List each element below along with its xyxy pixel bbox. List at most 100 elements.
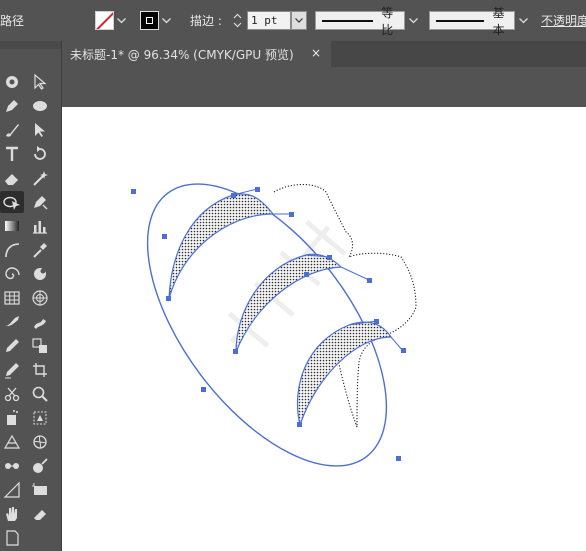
- type-tool-icon: [6, 146, 18, 161]
- variable-width-select[interactable]: 等比: [315, 6, 405, 37]
- brush-select[interactable]: 基本: [429, 6, 515, 37]
- grid-tool-icon: [4, 291, 20, 305]
- crescent-shape-2[interactable]: [235, 253, 343, 353]
- fill-control[interactable]: [95, 0, 128, 41]
- magic-wand-tool-icon: [6, 76, 18, 88]
- zoom-tool-button[interactable]: [28, 383, 52, 405]
- shape-builder-tool-button[interactable]: [0, 191, 24, 213]
- stroke-control[interactable]: [140, 0, 173, 41]
- width-tool-button[interactable]: [0, 455, 24, 477]
- brush-dropdown[interactable]: [515, 11, 531, 30]
- dotted-shadow-path[interactable]: [273, 183, 417, 428]
- crescent-shape-3[interactable]: [296, 321, 393, 428]
- shape-builder-tool-icon: [3, 196, 20, 210]
- selection-tool-icon: [35, 123, 45, 137]
- up-down-arrows-icon: [233, 13, 241, 28]
- warp-tool-button[interactable]: [28, 455, 52, 477]
- polar-grid-tool-icon: [32, 290, 48, 306]
- rectangular-grid-tool-button[interactable]: [0, 287, 24, 309]
- zoom-tool-icon: [32, 386, 48, 402]
- type-tool-button[interactable]: [0, 143, 24, 165]
- polar-grid-tool-button[interactable]: [28, 287, 52, 309]
- variable-width-profile[interactable]: 等比: [315, 0, 421, 41]
- print-tiling-tool-icon: [6, 530, 19, 546]
- stroke-weight-dropdown[interactable]: [291, 11, 307, 30]
- paintbrush-tool-button[interactable]: [0, 119, 24, 141]
- width-tool-icon: [5, 463, 19, 469]
- puppet-warp-tool-button[interactable]: [28, 311, 52, 333]
- variable-width-label: 等比: [381, 5, 394, 37]
- arc-tool-button[interactable]: [0, 239, 24, 261]
- print-tiling-tool-button[interactable]: [0, 527, 24, 549]
- column-graph-tool-button[interactable]: [28, 215, 52, 237]
- tools-panel-grip[interactable]: [0, 41, 61, 49]
- pen-tool-icon: [6, 100, 18, 112]
- stroke-label-item[interactable]: 描边 :: [190, 0, 222, 41]
- artboard[interactable]: [61, 107, 586, 551]
- artboard-tool-button[interactable]: [28, 479, 52, 501]
- smooth-tool-button[interactable]: [0, 359, 24, 381]
- symbol-sprayer-tool-button[interactable]: [0, 407, 24, 429]
- eraser-alt-tool-button[interactable]: [28, 503, 52, 525]
- document-tab-title: 未标题-1* @ 96.34% (CMYK/GPU 预览): [70, 47, 294, 62]
- eraser-tool-button[interactable]: [0, 167, 24, 189]
- gradient-tool-button[interactable]: [0, 215, 24, 237]
- spiral-tool-button[interactable]: [0, 263, 24, 285]
- stroke-label[interactable]: 描边 :: [190, 12, 222, 29]
- chevron-down-icon: [518, 17, 528, 23]
- stroke-weight-stepper[interactable]: [230, 11, 244, 30]
- document-tab[interactable]: 未标题-1* @ 96.34% (CMYK/GPU 预览) ×: [61, 41, 331, 67]
- blend-tool-icon: [34, 268, 46, 280]
- arc-tool-icon: [5, 243, 20, 258]
- anchor-tool-button[interactable]: [28, 191, 52, 213]
- eyedropper-tool-button[interactable]: [28, 239, 52, 261]
- blob-brush-tool-icon: [5, 316, 19, 327]
- rotate-tool-button[interactable]: [28, 143, 52, 165]
- fill-dropdown-button[interactable]: [114, 11, 128, 30]
- scissors-tool-button[interactable]: [0, 383, 24, 405]
- direct-selection-tool-button[interactable]: [28, 71, 52, 93]
- selection-arrow-tool-button[interactable]: [28, 119, 52, 141]
- live-paint-tool-button[interactable]: [28, 335, 52, 357]
- opacity-control[interactable]: 不透明度: [541, 0, 586, 41]
- brush-definition[interactable]: 基本: [429, 0, 531, 41]
- blend-tool-button[interactable]: [28, 263, 52, 285]
- blob-brush-tool-button[interactable]: [0, 311, 24, 333]
- free-transform-tool-button[interactable]: [28, 407, 52, 429]
- pencil-tool-button[interactable]: [0, 335, 24, 357]
- ellipse-tool-button[interactable]: [28, 95, 52, 117]
- canvas-pasteboard: [61, 67, 586, 107]
- hand-tool-button[interactable]: [0, 503, 24, 525]
- mesh-tool-button[interactable]: [28, 431, 52, 453]
- stroke-dropdown-button[interactable]: [159, 11, 173, 30]
- large-ellipse[interactable]: [101, 143, 432, 506]
- free-transform-tool-icon: [33, 411, 47, 425]
- magic-wand-tool-button[interactable]: [28, 167, 52, 189]
- anchor-tool-icon: [34, 196, 48, 210]
- eyedropper-tool-icon: [33, 243, 47, 258]
- opacity-label[interactable]: 不透明度: [541, 12, 586, 29]
- gradient-tool-icon: [5, 221, 19, 231]
- selection-tool-button[interactable]: [0, 71, 24, 93]
- slice-tool-button[interactable]: [0, 479, 24, 501]
- magic-wand-tool-icon: [33, 171, 48, 186]
- stroke-weight-input[interactable]: 1 pt: [247, 11, 291, 30]
- crop-tool-button[interactable]: [28, 359, 52, 381]
- stroke-weight-control[interactable]: 1 pt: [230, 0, 307, 41]
- close-icon[interactable]: ×: [311, 46, 321, 60]
- fill-swatch[interactable]: [95, 11, 114, 30]
- stroke-line-preview: [322, 19, 374, 22]
- object-type: 路径: [0, 0, 24, 41]
- scissors-tool-icon: [4, 387, 20, 402]
- stroke-swatch[interactable]: [140, 11, 159, 30]
- variable-width-dropdown[interactable]: [405, 11, 421, 30]
- perspective-grid-tool-button[interactable]: [0, 431, 24, 453]
- pencil-tool-icon: [6, 339, 19, 352]
- chevron-down-icon: [161, 17, 171, 23]
- pen-tool-button[interactable]: [0, 95, 24, 117]
- paintbrush-tool-icon: [6, 124, 19, 137]
- artwork[interactable]: [61, 107, 586, 551]
- live-paint-tool-icon: [32, 338, 47, 353]
- smooth-tool-icon: [5, 363, 19, 379]
- rotate-tool-icon: [34, 146, 46, 160]
